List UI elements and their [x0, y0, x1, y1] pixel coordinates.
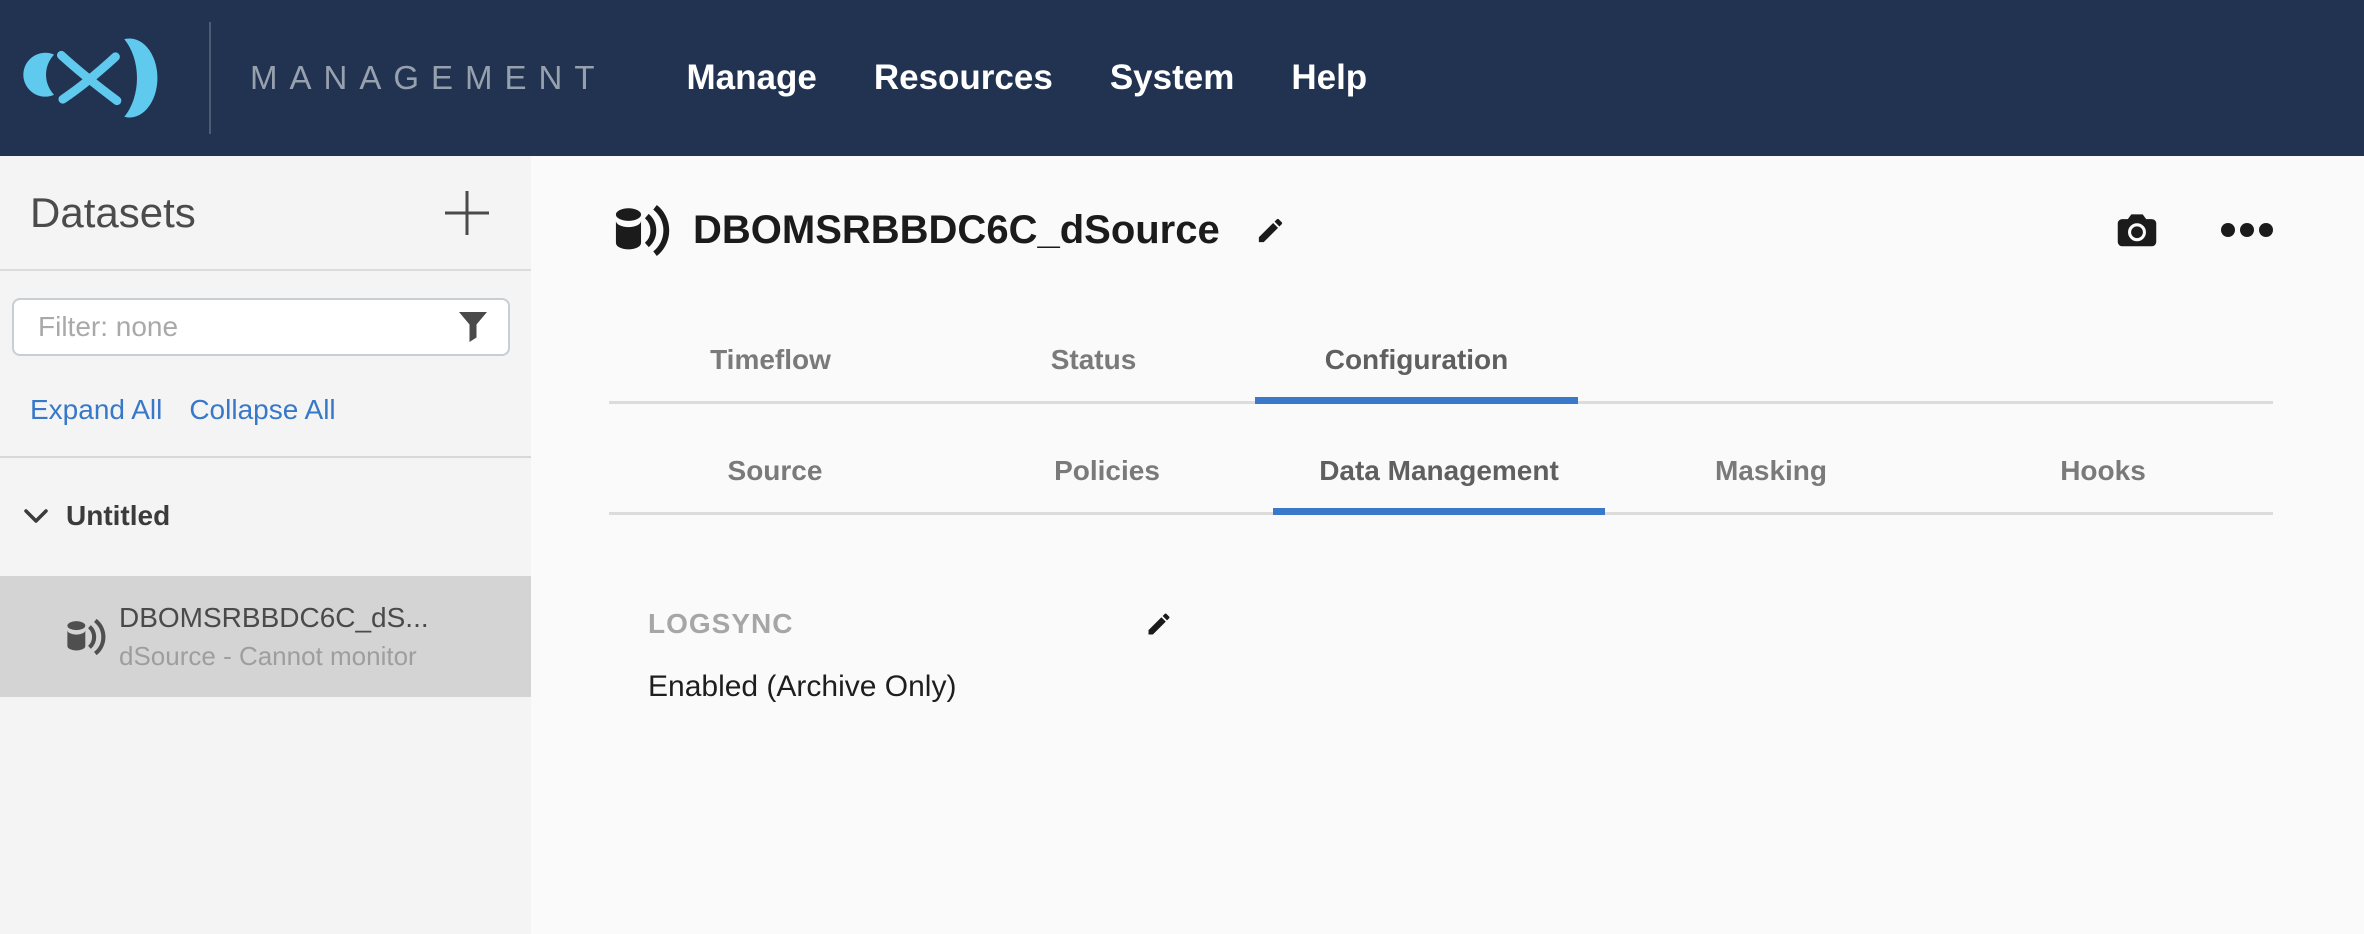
subtab-source[interactable]: Source	[609, 457, 941, 512]
tab-status[interactable]: Status	[932, 346, 1255, 401]
page-title-row: DBOMSRBBDC6C_dSource	[609, 200, 2273, 260]
tab-configuration[interactable]: Configuration	[1255, 346, 1578, 401]
ellipsis-icon	[2259, 223, 2273, 237]
dataset-group-row[interactable]: Untitled	[24, 500, 531, 532]
page-title: DBOMSRBBDC6C_dSource	[693, 208, 1220, 253]
sidebar-title: Datasets	[30, 189, 196, 237]
subtab-policies[interactable]: Policies	[941, 457, 1273, 512]
nav-item-resources[interactable]: Resources	[874, 58, 1053, 98]
main-content: DBOMSRBBDC6C_dSource Timeflow St	[531, 156, 2364, 934]
brand-title: MANAGEMENT	[250, 59, 607, 97]
chevron-down-icon[interactable]	[24, 509, 48, 524]
pencil-icon	[1145, 610, 1173, 638]
subtab-hooks[interactable]: Hooks	[1937, 457, 2269, 512]
group-label: Untitled	[66, 500, 170, 532]
ellipsis-icon	[2240, 223, 2254, 237]
nav-item-help[interactable]: Help	[1291, 58, 1367, 98]
plus-icon	[444, 190, 490, 236]
tree-divider	[0, 456, 531, 458]
tree-controls: Expand All Collapse All	[30, 394, 531, 426]
dsource-icon	[614, 201, 670, 260]
funnel-icon[interactable]	[458, 311, 488, 343]
filter-field-wrap	[12, 298, 510, 356]
ellipsis-icon	[2221, 223, 2235, 237]
more-actions-button[interactable]	[2221, 223, 2273, 237]
sidebar-header: Datasets	[0, 156, 531, 271]
dataset-list-item-selected[interactable]: DBOMSRBBDC6C_dS... dSource - Cannot moni…	[0, 576, 531, 697]
camera-icon	[2116, 213, 2158, 248]
logsync-label: LOGSYNC	[648, 608, 1145, 640]
dataset-item-text: DBOMSRBBDC6C_dS... dSource - Cannot moni…	[119, 602, 429, 672]
expand-all-link[interactable]: Expand All	[30, 394, 162, 426]
snapshot-button[interactable]	[2116, 213, 2158, 248]
tab-timeflow[interactable]: Timeflow	[609, 346, 932, 401]
edit-logsync-button[interactable]	[1145, 610, 1173, 638]
nav-item-system[interactable]: System	[1110, 58, 1235, 98]
collapse-all-link[interactable]: Collapse All	[189, 394, 335, 426]
dataset-item-title: DBOMSRBBDC6C_dS...	[119, 602, 429, 634]
dataset-item-status: dSource - Cannot monitor	[119, 641, 429, 672]
navbar-divider	[209, 22, 211, 134]
add-dataset-button[interactable]	[444, 190, 490, 236]
primary-tabs: Timeflow Status Configuration	[609, 346, 2273, 404]
dsource-icon	[66, 616, 106, 658]
logsync-section-header: LOGSYNC	[609, 608, 2273, 640]
top-navbar: MANAGEMENT Manage Resources System Help	[0, 0, 2364, 156]
configuration-subtabs: Source Policies Data Management Masking …	[609, 457, 2273, 515]
delphix-logo-icon[interactable]	[16, 37, 166, 119]
pencil-icon	[1255, 215, 1286, 246]
datasets-sidebar: Datasets Expand All Collapse All Untitle…	[0, 156, 531, 934]
logsync-value: Enabled (Archive Only)	[609, 670, 2273, 704]
nav-item-manage[interactable]: Manage	[687, 58, 817, 98]
main-menu: Manage Resources System Help	[687, 58, 1368, 98]
filter-input[interactable]	[12, 298, 510, 356]
subtab-data-management[interactable]: Data Management	[1273, 457, 1605, 512]
edit-title-button[interactable]	[1255, 215, 1286, 246]
subtab-masking[interactable]: Masking	[1605, 457, 1937, 512]
